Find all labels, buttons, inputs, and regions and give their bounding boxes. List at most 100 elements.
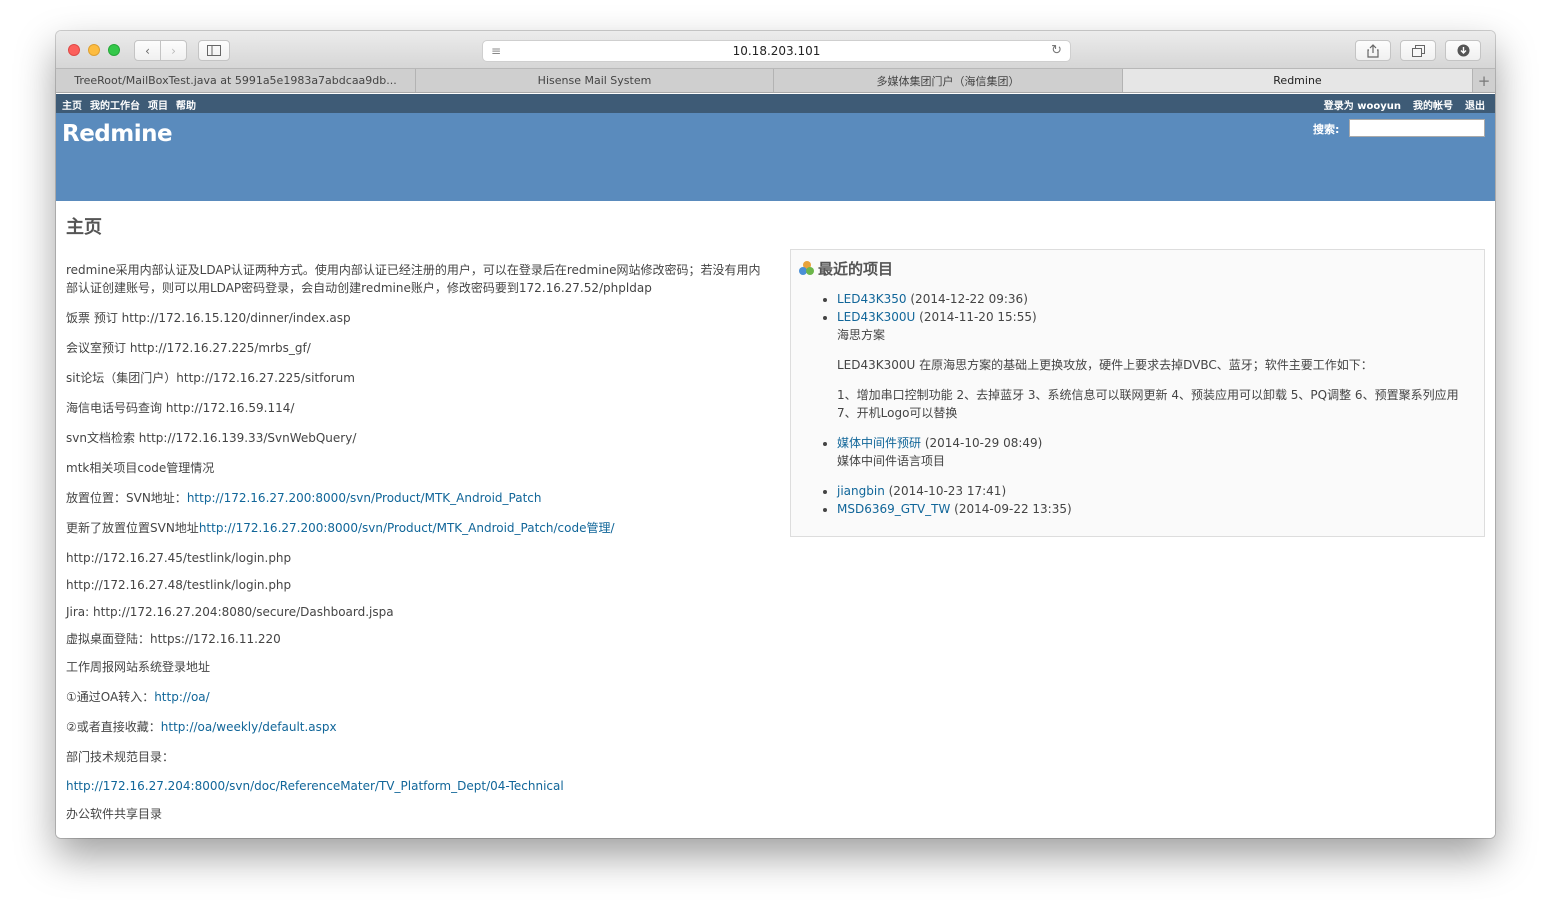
url-text: 10.18.203.101 bbox=[732, 44, 821, 58]
project-link[interactable]: LED43K300U bbox=[837, 310, 915, 324]
share-button[interactable] bbox=[1355, 40, 1391, 61]
site-title: Redmine bbox=[62, 121, 173, 147]
browser-toolbar: ‹ › ≡ 10.18.203.101 ↻ bbox=[56, 31, 1495, 69]
downloads-button[interactable] bbox=[1445, 40, 1481, 61]
paragraph-text: 部门技术规范目录： bbox=[66, 750, 175, 764]
logged-in-prefix: 登录为 bbox=[1323, 101, 1354, 112]
browser-window: ‹ › ≡ 10.18.203.101 ↻ TreeRoot/MailBoxTe… bbox=[56, 31, 1495, 838]
project-description-line: 海思方案 bbox=[837, 328, 886, 342]
tabs-overview-icon bbox=[1411, 44, 1425, 57]
paragraph-prefix: ①通过OA转入： bbox=[66, 690, 155, 704]
menu-home[interactable]: 主页 bbox=[62, 97, 82, 112]
search-input[interactable] bbox=[1349, 119, 1485, 137]
page-title: 主页 bbox=[66, 217, 102, 238]
reader-icon[interactable]: ≡ bbox=[491, 44, 501, 58]
back-icon[interactable]: ‹ bbox=[135, 44, 160, 58]
paragraph-text: http://172.16.27.48/testlink/login.php bbox=[66, 578, 292, 592]
wiki-link[interactable]: http://172.16.27.204:8000/svn/doc/Refere… bbox=[66, 779, 564, 793]
tabs-overview-button[interactable] bbox=[1400, 40, 1436, 61]
top-menu-left: 主页 我的工作台 项目 帮助 bbox=[62, 97, 196, 112]
paragraph-text: 会议室预订 http://172.16.27.225/mrbs_gf/ bbox=[66, 341, 311, 355]
project-link[interactable]: MSD6369_GTV_TW bbox=[837, 502, 950, 516]
project-item: 媒体中间件预研 (2014-10-29 08:49) 媒体中间件语言项目 bbox=[837, 434, 1477, 470]
project-description: 海思方案 LED43K300U 在原海思方案的基础上更换攻放，硬件上要求去掉DVB… bbox=[837, 326, 1477, 422]
wiki-paragraph: http://172.16.27.45/testlink/login.php bbox=[66, 549, 766, 567]
wiki-paragraph: redmine采用内部认证及LDAP认证两种方式。使用内部认证已经注册的用户，可… bbox=[66, 261, 766, 297]
paragraph-text: Jira: http://172.16.27.204:8080/secure/D… bbox=[66, 605, 394, 619]
menu-help[interactable]: 帮助 bbox=[176, 97, 196, 112]
paragraph-text: svn文档检索 http://172.16.139.33/SvnWebQuery… bbox=[66, 431, 357, 445]
projects-icon bbox=[799, 261, 814, 276]
wiki-paragraph: sit论坛（集团门户）http://172.16.27.225/sitforum bbox=[66, 369, 766, 387]
tab-mailboxtest[interactable]: TreeRoot/MailBoxTest.java at 5991a5e1983… bbox=[56, 69, 416, 92]
project-description-line: 媒体中间件语言项目 bbox=[837, 454, 946, 468]
top-menu-right: 登录为 wooyun 我的帐号 退出 bbox=[1324, 97, 1485, 112]
tab-label: TreeRoot/MailBoxTest.java at 5991a5e1983… bbox=[74, 74, 397, 87]
new-tab-button[interactable]: + bbox=[1473, 69, 1495, 92]
wiki-link[interactable]: http://oa/ bbox=[154, 690, 210, 704]
reload-icon[interactable]: ↻ bbox=[1051, 43, 1062, 58]
wiki-paragraph: 更新了放置位置SVN地址http://172.16.27.200:8000/sv… bbox=[66, 519, 766, 537]
project-item: jiangbin (2014-10-23 17:41) bbox=[837, 482, 1477, 500]
paragraph-prefix: 放置位置：SVN地址： bbox=[66, 491, 187, 505]
logout-link[interactable]: 退出 bbox=[1465, 97, 1485, 112]
tab-multimedia-portal[interactable]: 多媒体集团门户（海信集团） bbox=[774, 69, 1123, 92]
tab-bar: TreeRoot/MailBoxTest.java at 5991a5e1983… bbox=[56, 69, 1495, 93]
project-item: LED43K350 (2014-12-22 09:36) bbox=[837, 290, 1477, 308]
wiki-paragraph: 会议室预订 http://172.16.27.225/mrbs_gf/ bbox=[66, 339, 766, 357]
wiki-paragraph: mtk相关项目code管理情况 bbox=[66, 459, 766, 477]
close-window-button[interactable] bbox=[68, 44, 80, 56]
project-description-line: LED43K300U 在原海思方案的基础上更换攻放，硬件上要求去掉DVBC、蓝牙… bbox=[837, 358, 1373, 372]
main-content: 主页 redmine采用内部认证及LDAP认证两种方式。使用内部认证已经注册的用… bbox=[56, 201, 1495, 838]
wiki-paragraph: http://172.16.27.204:8000/svn/doc/Refere… bbox=[66, 777, 766, 795]
recent-projects-heading: 最近的项目 bbox=[799, 258, 893, 279]
wiki-link[interactable]: http://oa/weekly/default.aspx bbox=[161, 720, 337, 734]
wiki-paragraph: 虚拟桌面登陆：https://172.16.11.220 bbox=[66, 630, 766, 648]
wiki-content: redmine采用内部认证及LDAP认证两种方式。使用内部认证已经注册的用户，可… bbox=[66, 261, 766, 833]
address-bar[interactable]: ≡ 10.18.203.101 ↻ bbox=[482, 40, 1071, 62]
user-link[interactable]: wooyun bbox=[1357, 101, 1401, 112]
nav-buttons: ‹ › bbox=[134, 40, 187, 61]
project-link[interactable]: LED43K350 bbox=[837, 292, 907, 306]
paragraph-text: 工作周报网站系统登录地址 bbox=[66, 660, 211, 674]
wiki-paragraph: 海信电话号码查询 http://172.16.59.114/ bbox=[66, 399, 766, 417]
minimize-window-button[interactable] bbox=[88, 44, 100, 56]
menu-my-page[interactable]: 我的工作台 bbox=[90, 97, 140, 112]
project-description: 媒体中间件语言项目 bbox=[837, 452, 1477, 470]
sidebar-icon bbox=[207, 45, 221, 56]
project-link[interactable]: jiangbin bbox=[837, 484, 885, 498]
wiki-paragraph: 饭票 预订 http://172.16.15.120/dinner/index.… bbox=[66, 309, 766, 327]
project-item: LED43K300U (2014-11-20 15:55) 海思方案 LED43K3… bbox=[837, 308, 1477, 422]
project-date: (2014-12-22 09:36) bbox=[906, 292, 1028, 306]
project-link[interactable]: 媒体中间件预研 bbox=[837, 436, 921, 450]
wiki-link[interactable]: http://172.16.27.200:8000/svn/Product/MT… bbox=[187, 491, 542, 505]
paragraph-text: 办公软件共享目录 bbox=[66, 807, 163, 821]
paragraph-text: http://172.16.27.45/testlink/login.php bbox=[66, 551, 292, 565]
paragraph-text: 海信电话号码查询 http://172.16.59.114/ bbox=[66, 401, 295, 415]
download-icon bbox=[1457, 44, 1469, 57]
page-header: Redmine 搜索: bbox=[56, 113, 1495, 201]
sidebar-button[interactable] bbox=[198, 40, 230, 61]
forward-icon[interactable]: › bbox=[161, 44, 186, 58]
paragraph-text: 饭票 预订 http://172.16.15.120/dinner/index.… bbox=[66, 311, 351, 325]
project-description-line: 1、增加串口控制功能 2、去掉蓝牙 3、系统信息可以联网更新 4、预装应用可以卸… bbox=[837, 388, 1459, 420]
paragraph-text: 虚拟桌面登陆：https://172.16.11.220 bbox=[66, 632, 281, 646]
recent-projects-list: LED43K350 (2014-12-22 09:36)LED43K300U (… bbox=[837, 290, 1477, 518]
project-item: MSD6369_GTV_TW (2014-09-22 13:35) bbox=[837, 500, 1477, 518]
tab-hisense-mail[interactable]: Hisense Mail System bbox=[416, 69, 774, 92]
recent-projects-box: 最近的项目 LED43K350 (2014-12-22 09:36)LED43K… bbox=[790, 249, 1485, 537]
wiki-paragraph: 放置位置：SVN地址：http://172.16.27.200:8000/svn… bbox=[66, 489, 766, 507]
wiki-paragraph: ②或者直接收藏：http://oa/weekly/default.aspx bbox=[66, 718, 766, 736]
logged-in-as: 登录为 wooyun bbox=[1324, 97, 1401, 112]
zoom-window-button[interactable] bbox=[108, 44, 120, 56]
my-account-link[interactable]: 我的帐号 bbox=[1413, 97, 1453, 112]
tab-label: Redmine bbox=[1273, 74, 1322, 87]
tab-label: Hisense Mail System bbox=[537, 74, 652, 87]
tab-redmine[interactable]: Redmine bbox=[1123, 69, 1473, 92]
menu-projects[interactable]: 项目 bbox=[148, 97, 168, 112]
wiki-paragraph: 部门技术规范目录： bbox=[66, 748, 766, 766]
recent-projects-title: 最近的项目 bbox=[818, 260, 894, 278]
paragraph-text: mtk相关项目code管理情况 bbox=[66, 461, 215, 475]
wiki-link[interactable]: http://172.16.27.200:8000/svn/Product/MT… bbox=[199, 521, 615, 535]
wiki-paragraph: http://172.16.27.48/testlink/login.php bbox=[66, 576, 766, 594]
